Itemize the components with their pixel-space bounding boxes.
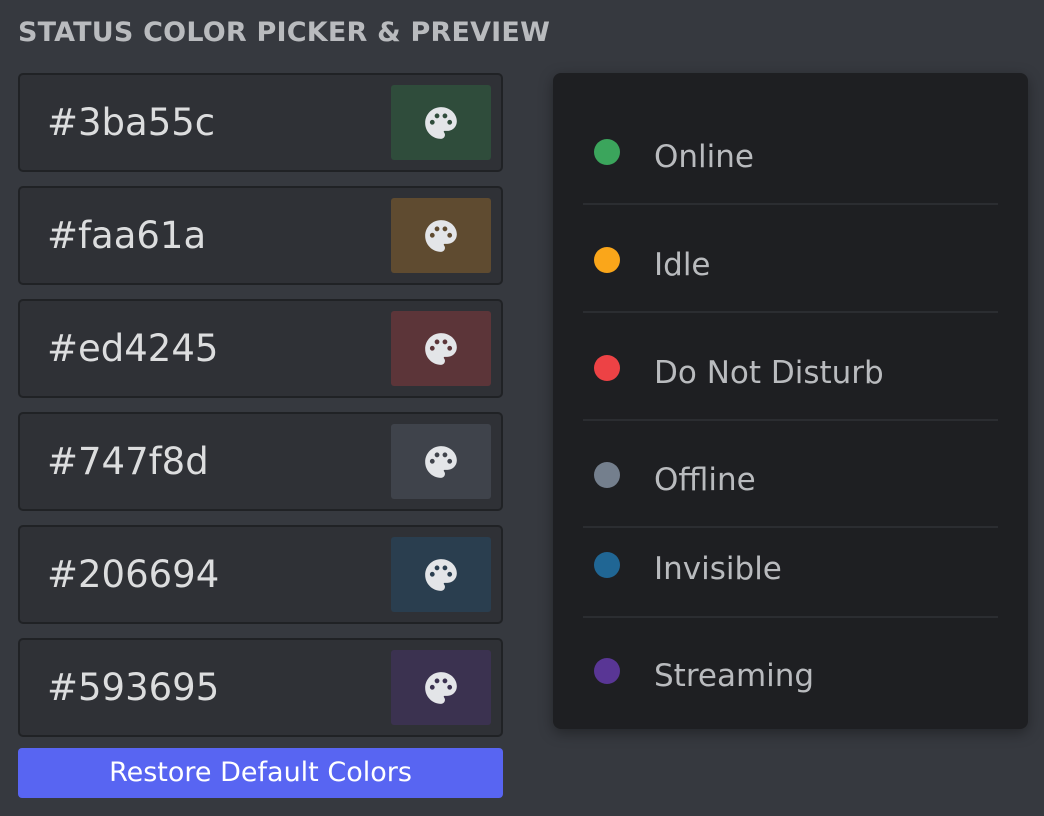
status-item-dnd: Do Not Disturb <box>583 314 998 421</box>
hex-value[interactable]: #206694 <box>47 527 219 622</box>
status-dot-icon <box>594 658 620 684</box>
hex-value[interactable]: #3ba55c <box>47 75 215 170</box>
hex-value[interactable]: #747f8d <box>47 414 209 509</box>
status-dot-icon <box>594 462 620 488</box>
palette-icon <box>422 330 460 368</box>
swatch-button[interactable] <box>391 311 491 386</box>
palette-icon <box>422 669 460 707</box>
color-picker-offline: #747f8d <box>18 412 503 511</box>
palette-icon <box>422 217 460 255</box>
divider <box>583 203 998 205</box>
status-label: Online <box>654 139 754 175</box>
palette-icon <box>422 556 460 594</box>
status-item-online: Online <box>583 98 998 205</box>
swatch-button[interactable] <box>391 198 491 273</box>
color-picker-idle: #faa61a <box>18 186 503 285</box>
palette-icon <box>422 443 460 481</box>
color-picker-dnd: #ed4245 <box>18 299 503 398</box>
status-dot-icon <box>594 552 620 578</box>
hex-value[interactable]: #faa61a <box>47 188 206 283</box>
status-label: Invisible <box>654 551 782 587</box>
status-label: Do Not Disturb <box>654 355 884 391</box>
color-picker-streaming: #593695 <box>18 638 503 737</box>
status-item-invisible: Invisible <box>583 509 998 618</box>
palette-icon <box>422 104 460 142</box>
page-title: STATUS COLOR PICKER & PREVIEW <box>18 17 551 48</box>
status-label: Idle <box>654 247 711 283</box>
swatch-button[interactable] <box>391 650 491 725</box>
swatch-button[interactable] <box>391 424 491 499</box>
hex-value[interactable]: #ed4245 <box>47 301 218 396</box>
hex-value[interactable]: #593695 <box>47 640 219 735</box>
status-preview-panel: Online Idle Do Not Disturb Offline Invis… <box>553 73 1028 729</box>
status-dot-icon <box>594 355 620 381</box>
status-item-idle: Idle <box>583 206 998 313</box>
color-picker-invisible: #206694 <box>18 525 503 624</box>
color-picker-online: #3ba55c <box>18 73 503 172</box>
swatch-button[interactable] <box>391 537 491 612</box>
status-item-streaming: Streaming <box>583 617 998 724</box>
color-picker-list: #3ba55c #faa61a #ed4245 #747f8d #206694 … <box>18 73 503 751</box>
divider <box>583 311 998 313</box>
status-dot-icon <box>594 139 620 165</box>
restore-default-colors-button[interactable]: Restore Default Colors <box>18 748 503 798</box>
status-label: Streaming <box>654 658 815 694</box>
swatch-button[interactable] <box>391 85 491 160</box>
status-dot-icon <box>594 247 620 273</box>
